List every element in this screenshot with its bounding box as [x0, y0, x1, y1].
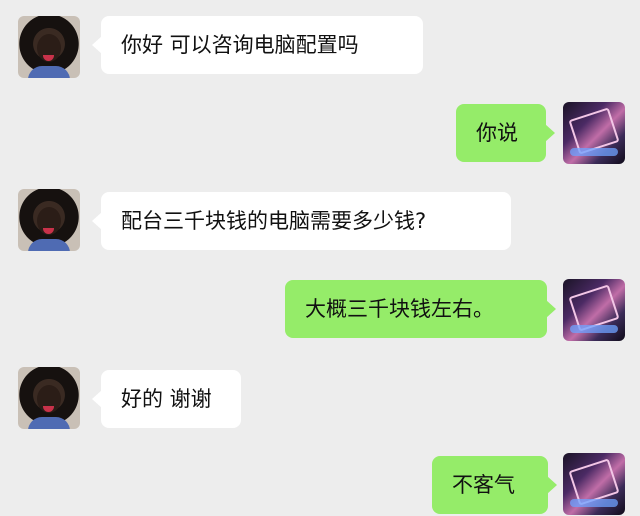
user-avatar[interactable] — [563, 279, 625, 341]
message-bubble-incoming[interactable]: 好的 谢谢 — [92, 370, 241, 428]
contact-avatar[interactable] — [18, 189, 80, 251]
message-bubble-incoming[interactable]: 配台三千块钱的电脑需要多少钱? — [92, 192, 511, 250]
contact-avatar[interactable] — [18, 367, 80, 429]
message-bubble-outgoing[interactable]: 你说 — [456, 104, 555, 162]
user-avatar[interactable] — [563, 453, 625, 515]
message-bubble-outgoing[interactable]: 大概三千块钱左右。 — [285, 280, 556, 338]
user-avatar[interactable] — [563, 102, 625, 164]
chat-window: 你好 可以咨询电脑配置吗 你说 配台三千块钱的电脑需要多少钱? 大概三千块钱左右… — [0, 0, 640, 516]
message-bubble-incoming[interactable]: 你好 可以咨询电脑配置吗 — [92, 16, 423, 74]
contact-avatar[interactable] — [18, 16, 80, 78]
message-bubble-outgoing[interactable]: 不客气 — [432, 456, 557, 514]
